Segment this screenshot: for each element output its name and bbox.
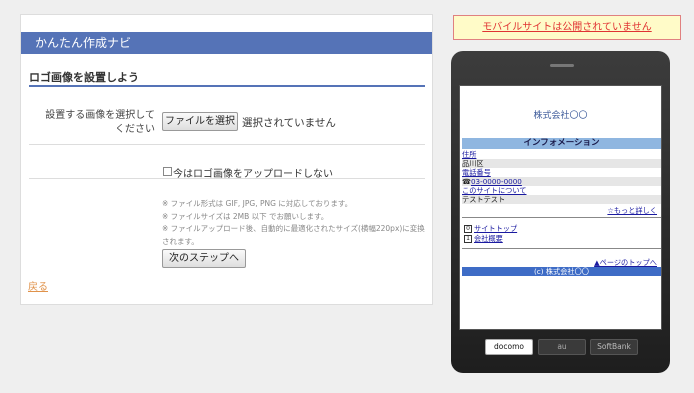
- nav-company-profile[interactable]: 1 会社概要: [464, 234, 503, 243]
- phone-footer: (c) 株式会社〇〇: [462, 267, 661, 276]
- choose-file-button[interactable]: ファイルを選択: [162, 112, 238, 131]
- skip-upload-checkbox[interactable]: [163, 167, 172, 176]
- phone-number-row[interactable]: ☎03-0000-0000: [462, 177, 661, 186]
- create-navi-panel: かんたん作成ナビ ロゴ画像を設置しよう 設置する画像を選択してください ファイル…: [20, 14, 433, 305]
- about-label: このサイトについて: [462, 186, 527, 195]
- key-1-icon: 1: [464, 235, 472, 243]
- mobile-site-unpublished-notice[interactable]: モバイルサイトは公開されていません: [453, 15, 681, 40]
- divider: [462, 217, 661, 218]
- test-text: テストテスト: [462, 195, 661, 204]
- company-name: 株式会社〇〇: [533, 111, 588, 121]
- address-label: 住所: [462, 150, 477, 159]
- phone-preview: 株式会社〇〇 インフォメーション 住所 品川区 電話番号 ☎03-0000-00…: [451, 51, 670, 373]
- note-line: ※ ファイルサイズは 2MB 以下 でお願いします。: [162, 211, 329, 221]
- nav-site-top[interactable]: 0 サイトトップ: [464, 224, 517, 233]
- back-link[interactable]: 戻る: [28, 278, 48, 293]
- panel-header: かんたん作成ナビ: [21, 32, 432, 54]
- row-divider: [29, 178, 425, 179]
- file-status-text: 選択されていません: [242, 117, 336, 129]
- phone-label: 電話番号: [462, 168, 491, 177]
- carrier-softbank-button[interactable]: SoftBank: [590, 339, 638, 355]
- file-select-label: 設置する画像を選択してください: [45, 110, 155, 135]
- note-line: ※ ファイルアップロード後、自動的に最適化されたサイズ(横幅220px)に変換さ…: [162, 224, 425, 246]
- next-step-button[interactable]: 次のステップへ: [162, 249, 246, 268]
- upload-notes: ※ ファイル形式は GIF, JPG, PNG に対応しております。 ※ ファイ…: [162, 198, 428, 248]
- phone-screen: 株式会社〇〇 インフォメーション 住所 品川区 電話番号 ☎03-0000-00…: [459, 85, 662, 330]
- section-title: ロゴ画像を設置しよう: [29, 71, 139, 84]
- note-line: ※ ファイル形式は GIF, JPG, PNG に対応しております。: [162, 199, 353, 208]
- carrier-docomo-button[interactable]: docomo: [485, 339, 533, 355]
- divider: [462, 248, 661, 249]
- carrier-au-button[interactable]: au: [538, 339, 586, 355]
- row-divider: [29, 144, 425, 145]
- phone-speaker: [550, 64, 574, 67]
- key-0-icon: 0: [464, 225, 472, 233]
- info-heading: インフォメーション: [462, 138, 661, 149]
- address-value: 品川区: [462, 159, 661, 168]
- more-details-link[interactable]: ☆もっと詳しく: [607, 206, 657, 216]
- phone-icon: ☎: [462, 177, 471, 186]
- section-divider: [29, 85, 425, 87]
